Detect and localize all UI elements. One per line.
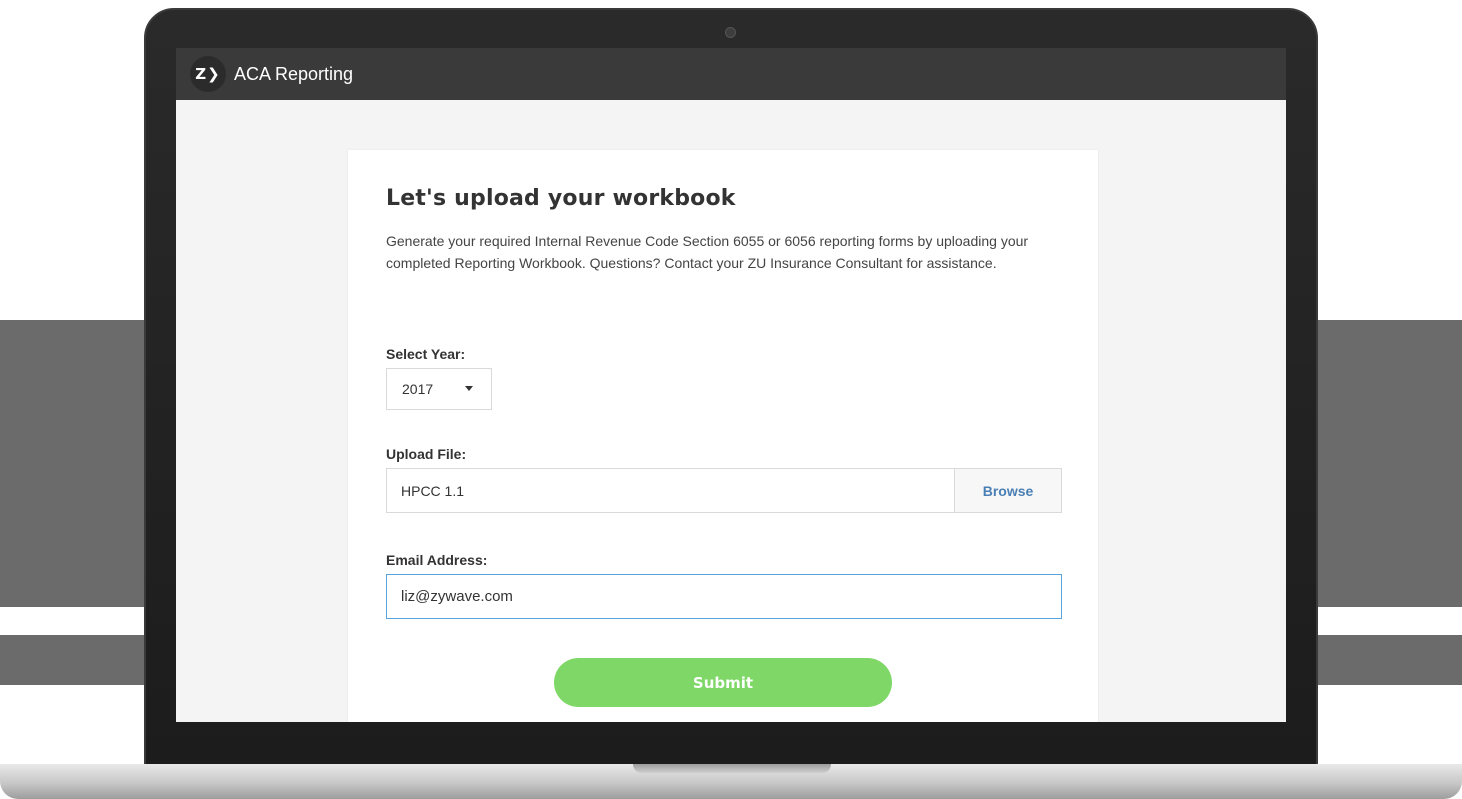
- submit-button[interactable]: Submit: [554, 658, 892, 707]
- app-screen: Z❯ ACA Reporting Let's upload your workb…: [176, 48, 1286, 722]
- email-label: Email Address:: [386, 552, 488, 568]
- background-bar: [1312, 320, 1462, 607]
- browse-button[interactable]: Browse: [954, 469, 1061, 512]
- app-logo[interactable]: Z❯: [190, 56, 226, 92]
- card-description: Generate your required Internal Revenue …: [386, 233, 1029, 271]
- background-bar: [0, 320, 150, 607]
- upload-card: Let's upload your workbook Generate your…: [348, 150, 1098, 722]
- app-title: ACA Reporting: [234, 63, 354, 84]
- year-label: Select Year:: [386, 346, 466, 362]
- file-name-value: HPCC 1.1: [401, 482, 465, 499]
- email-field[interactable]: [386, 574, 1062, 619]
- app-header: Z❯ ACA Reporting: [176, 48, 1286, 100]
- year-select[interactable]: 2017: [386, 368, 492, 410]
- background-bar: [0, 635, 150, 685]
- laptop-base-notch: [633, 764, 831, 773]
- background-bar: [1312, 635, 1462, 685]
- upload-file-label: Upload File:: [386, 446, 467, 462]
- camera-icon: [725, 27, 736, 38]
- laptop-mockup: Z❯ ACA Reporting Let's upload your workb…: [0, 0, 1462, 799]
- year-select-value: 2017: [402, 381, 434, 397]
- upload-file-field[interactable]: HPCC 1.1 Browse: [386, 468, 1062, 513]
- card-title: Let's upload your workbook: [386, 186, 736, 211]
- caret-down-icon: [465, 386, 473, 391]
